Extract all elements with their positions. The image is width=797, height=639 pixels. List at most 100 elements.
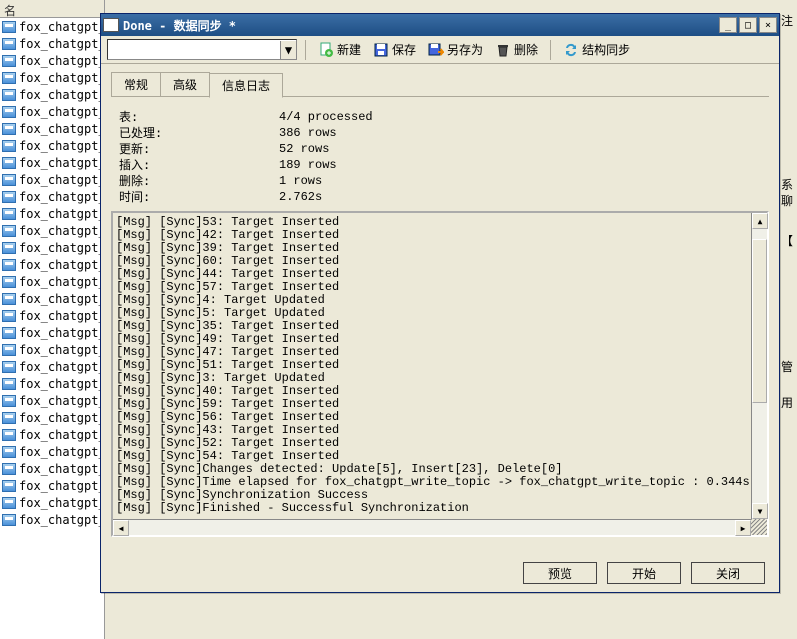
list-item[interactable]: fox_chatgpt_ [0, 35, 104, 52]
table-icon [2, 497, 16, 509]
list-item[interactable]: fox_chatgpt_ [0, 324, 104, 341]
scroll-up-icon[interactable]: ▲ [752, 213, 768, 229]
table-icon [2, 21, 16, 33]
list-item[interactable]: fox_chatgpt_ [0, 154, 104, 171]
scroll-track[interactable] [752, 229, 767, 503]
list-item[interactable]: fox_chatgpt_ [0, 120, 104, 137]
item-label: fox_chatgpt_ [19, 139, 104, 153]
list-item[interactable]: fox_chatgpt_ [0, 52, 104, 69]
table-icon [2, 191, 16, 203]
tab-strip: 常规 高级 信息日志 [101, 64, 779, 97]
minimize-button[interactable]: _ [719, 17, 737, 33]
list-item[interactable]: fox_chatgpt_ [0, 239, 104, 256]
item-label: fox_chatgpt_ [19, 224, 104, 238]
item-label: fox_chatgpt_ [19, 462, 104, 476]
new-button[interactable]: 新建 [314, 39, 365, 60]
list-item[interactable]: fox_chatgpt_ [0, 460, 104, 477]
struct-sync-button[interactable]: 结构同步 [559, 39, 634, 60]
list-item[interactable]: fox_chatgpt_ [0, 256, 104, 273]
table-icon [2, 361, 16, 373]
list-item[interactable]: fox_chatgpt_ [0, 103, 104, 120]
preview-button[interactable]: 预览 [523, 562, 597, 584]
list-item[interactable]: fox_chatgpt_ [0, 86, 104, 103]
item-label: fox_chatgpt_ [19, 496, 104, 510]
table-icon [2, 259, 16, 271]
titlebar[interactable]: Done - 数据同步 * _ □ × [101, 14, 779, 36]
close-window-button[interactable]: × [759, 17, 777, 33]
sync-icon [563, 42, 579, 58]
delete-button[interactable]: 删除 [491, 39, 542, 60]
stats-block: 表:4/4 processed 已处理:386 rows 更新:52 rows … [119, 109, 769, 205]
stat-table-value: 4/4 processed [279, 109, 373, 125]
list-item[interactable]: fox_chatgpt_ [0, 443, 104, 460]
edge-text: 管 [781, 358, 797, 375]
item-label: fox_chatgpt_ [19, 54, 104, 68]
table-icon [2, 293, 16, 305]
stat-time-value: 2.762s [279, 189, 322, 205]
save-button[interactable]: 保存 [369, 39, 420, 60]
list-item[interactable]: fox_chatgpt_ [0, 307, 104, 324]
scroll-down-icon[interactable]: ▼ [752, 503, 768, 519]
list-item[interactable]: fox_chatgpt_ [0, 341, 104, 358]
list-item[interactable]: fox_chatgpt_ [0, 290, 104, 307]
tab-general[interactable]: 常规 [111, 72, 161, 97]
table-icon [2, 446, 16, 458]
trash-icon [495, 42, 511, 58]
list-item[interactable]: fox_chatgpt_ [0, 477, 104, 494]
list-item[interactable]: fox_chatgpt_ [0, 358, 104, 375]
table-list-sidebar: 名 fox_chatgpt_fox_chatgpt_fox_chatgpt_fo… [0, 0, 105, 639]
list-item[interactable]: fox_chatgpt_ [0, 375, 104, 392]
scroll-left-icon[interactable]: ◀ [113, 520, 129, 536]
list-item[interactable]: fox_chatgpt_ [0, 18, 104, 35]
log-text[interactable]: [Msg] [Sync]53: Target Inserted [Msg] [S… [115, 215, 749, 517]
table-icon [2, 327, 16, 339]
list-item[interactable]: fox_chatgpt_ [0, 69, 104, 86]
stat-updated-value: 52 rows [279, 141, 329, 157]
list-item[interactable]: fox_chatgpt_ [0, 137, 104, 154]
list-item[interactable]: fox_chatgpt_ [0, 392, 104, 409]
table-icon [2, 38, 16, 50]
scroll-track-h[interactable] [129, 520, 735, 535]
stat-deleted-value: 1 rows [279, 173, 322, 189]
scroll-right-icon[interactable]: ▶ [735, 520, 751, 536]
tab-advanced[interactable]: 高级 [160, 72, 210, 97]
close-button[interactable]: 关闭 [691, 562, 765, 584]
edge-text: 用 [781, 394, 797, 411]
item-label: fox_chatgpt_ [19, 71, 104, 85]
list-item[interactable]: fox_chatgpt_ [0, 409, 104, 426]
horizontal-scrollbar[interactable]: ◀ ▶ [113, 519, 751, 535]
data-sync-dialog: Done - 数据同步 * _ □ × ▼ 新建 保存 另存为 删除 结构同步 [100, 13, 780, 593]
list-item[interactable]: fox_chatgpt_ [0, 205, 104, 222]
item-label: fox_chatgpt_ [19, 428, 104, 442]
item-label: fox_chatgpt_ [19, 343, 104, 357]
table-icon [2, 174, 16, 186]
list-item[interactable]: fox_chatgpt_ [0, 511, 104, 528]
list-item[interactable]: fox_chatgpt_ [0, 494, 104, 511]
sidebar-header[interactable]: 名 [0, 0, 104, 18]
table-icon [2, 310, 16, 322]
list-item[interactable]: fox_chatgpt_ [0, 222, 104, 239]
table-icon [2, 276, 16, 288]
maximize-button[interactable]: □ [739, 17, 757, 33]
item-label: fox_chatgpt_ [19, 445, 104, 459]
item-label: fox_chatgpt_ [19, 258, 104, 272]
saveas-button[interactable]: 另存为 [424, 39, 487, 60]
item-label: fox_chatgpt_ [19, 360, 104, 374]
list-item[interactable]: fox_chatgpt_ [0, 171, 104, 188]
separator [550, 40, 551, 60]
tab-log[interactable]: 信息日志 [209, 73, 283, 98]
chevron-down-icon[interactable]: ▼ [280, 41, 296, 59]
scroll-thumb[interactable] [752, 239, 767, 403]
item-label: fox_chatgpt_ [19, 20, 104, 34]
profile-combo[interactable]: ▼ [107, 39, 297, 60]
vertical-scrollbar[interactable]: ▲ ▼ [751, 213, 767, 519]
window-title: Done - 数据同步 * [123, 17, 717, 34]
stat-updated-label: 更新: [119, 141, 279, 157]
toolbar: ▼ 新建 保存 另存为 删除 结构同步 [101, 36, 779, 64]
start-button[interactable]: 开始 [607, 562, 681, 584]
item-label: fox_chatgpt_ [19, 105, 104, 119]
item-label: fox_chatgpt_ [19, 513, 104, 527]
list-item[interactable]: fox_chatgpt_ [0, 426, 104, 443]
list-item[interactable]: fox_chatgpt_ [0, 188, 104, 205]
list-item[interactable]: fox_chatgpt_ [0, 273, 104, 290]
